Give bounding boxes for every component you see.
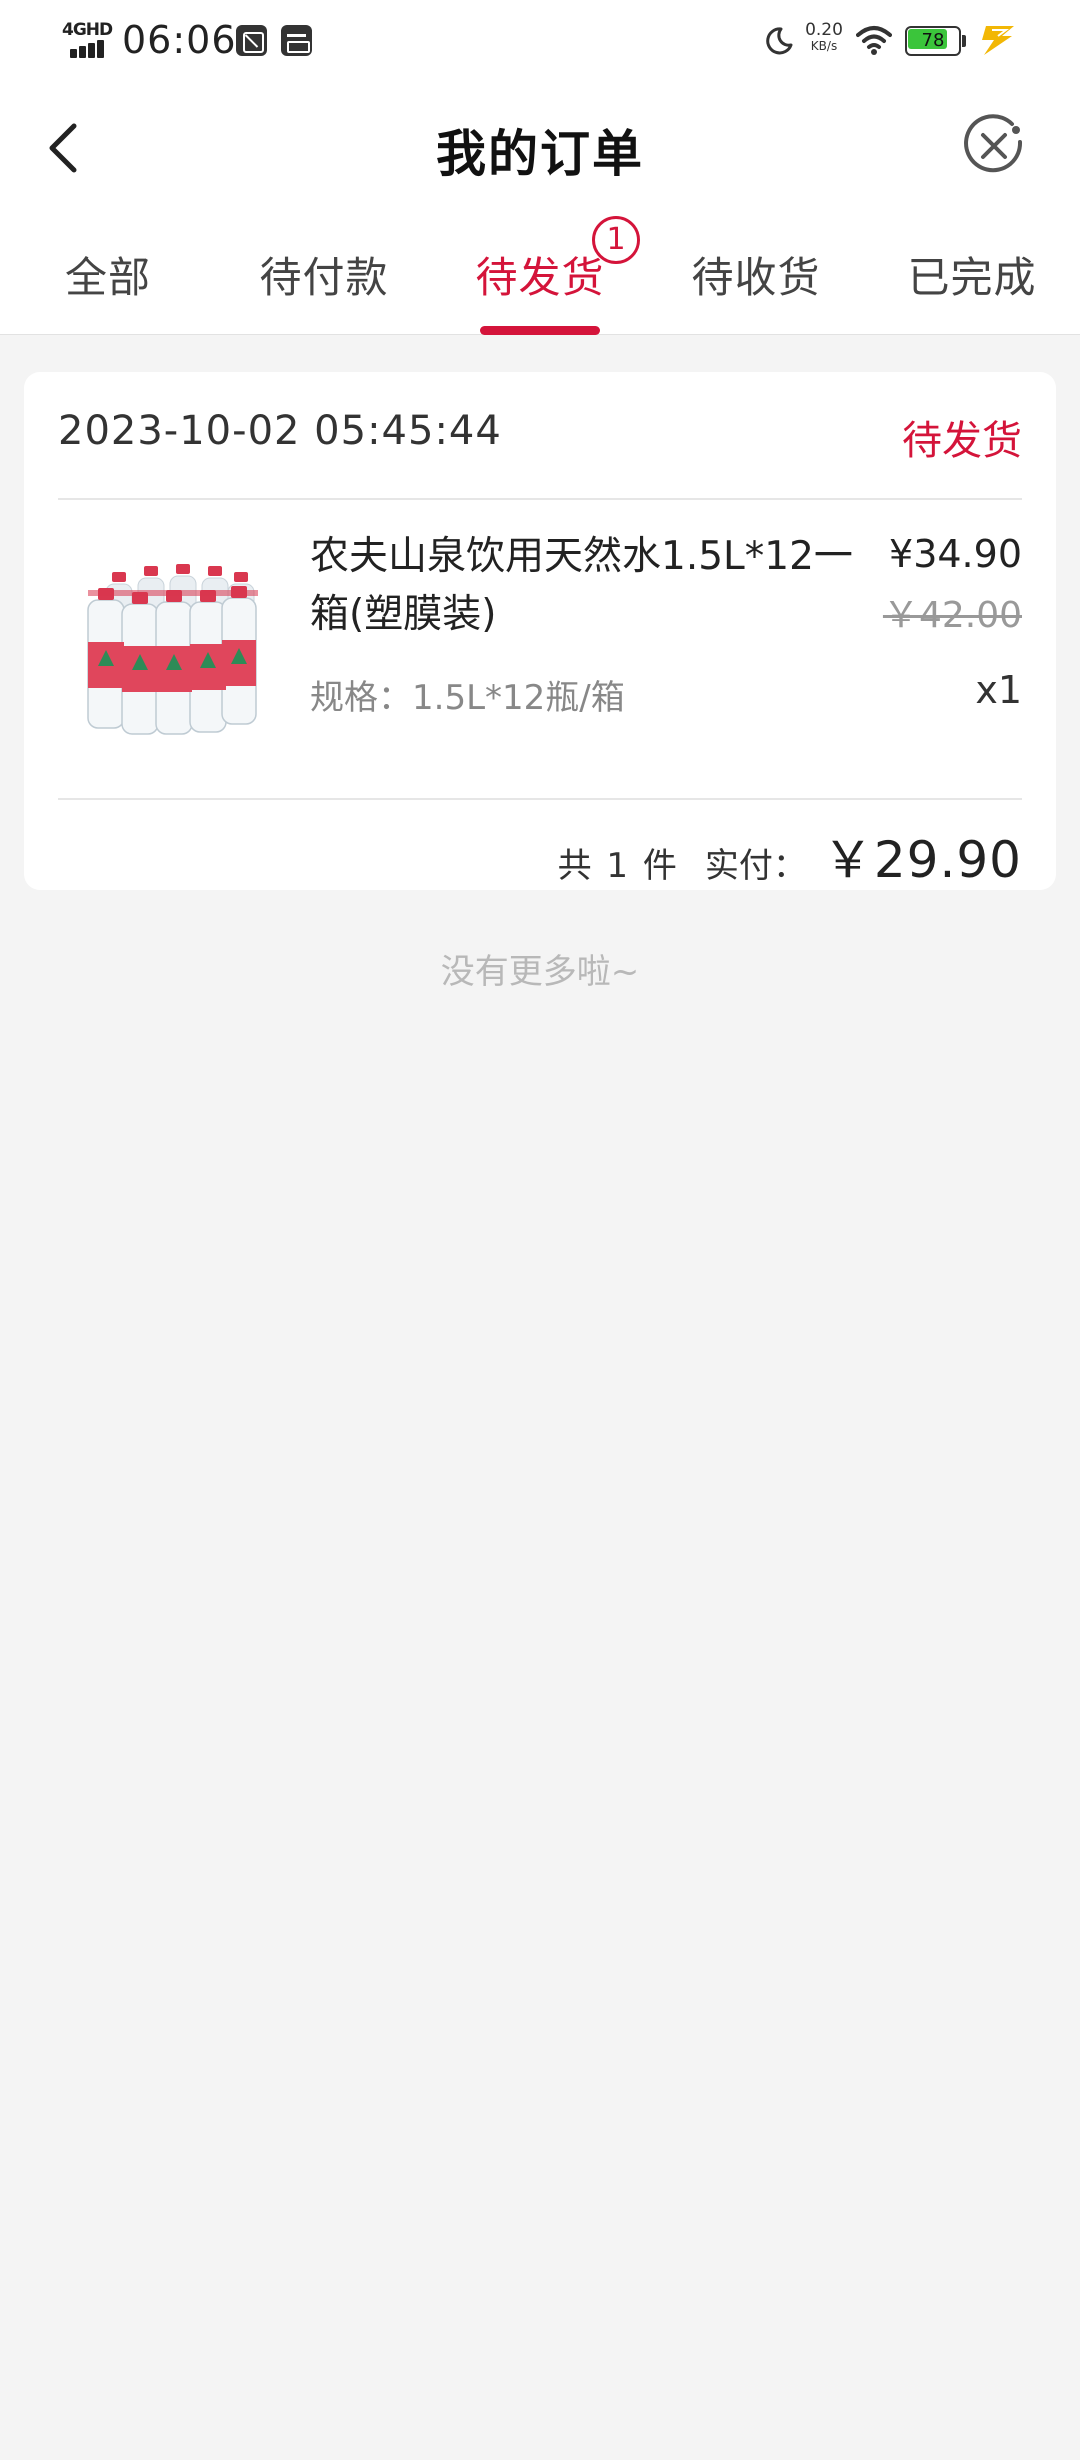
order-status: 待发货	[902, 418, 1022, 464]
tab-label: 全部	[64, 253, 151, 302]
tab-all[interactable]: 全部	[0, 208, 216, 335]
order-status-tabs: 全部 待付款 待发货 1 待收货 已完成	[0, 208, 1080, 335]
no-more-text: 没有更多啦~	[440, 952, 640, 992]
divider	[58, 498, 1022, 500]
do-not-disturb-moon-icon	[766, 27, 793, 55]
tab-label: 已完成	[907, 253, 1037, 302]
tab-label: 待付款	[259, 253, 389, 302]
tab-completed[interactable]: 已完成	[864, 208, 1080, 335]
status-time: 06:06	[122, 18, 237, 62]
network-speed-unit: KB/s	[810, 39, 838, 53]
app-header: 我的订单	[0, 84, 1080, 208]
close-circle-icon[interactable]	[962, 114, 1026, 178]
network-type: 4GHD	[62, 20, 113, 40]
order-card[interactable]: 2023-10-02 05:45:44 待发货 农夫山泉饮用天然水1.5L*12…	[24, 372, 1056, 890]
status-bar: 4GHD 06:06 0.20 KB/s 78	[0, 0, 1080, 84]
divider	[58, 798, 1022, 800]
tab-pending-shipment[interactable]: 待发货 1	[432, 208, 648, 335]
item-count: 共 1 件	[557, 846, 679, 886]
tab-label: 待收货	[691, 253, 821, 302]
product-image-water-bottles[interactable]	[58, 530, 288, 760]
product-original-price: ￥42.00	[882, 595, 1022, 636]
product-quantity: x1	[975, 668, 1022, 712]
order-time: 2023-10-02 05:45:44	[58, 408, 502, 454]
network-speed-value: 0.20	[805, 20, 843, 40]
paid-label: 实付：	[704, 846, 807, 886]
cellular-signal-icon: 4GHD	[62, 20, 113, 60]
product-price: ¥34.90	[889, 532, 1022, 576]
tab-count-badge: 1	[592, 216, 640, 264]
wallet-notification-icon	[281, 25, 312, 56]
tab-pending-receipt[interactable]: 待收货	[648, 208, 864, 335]
product-name[interactable]: 农夫山泉饮用天然水1.5L*12一箱(塑膜装)	[310, 528, 870, 644]
tab-label: 待发货	[475, 253, 605, 302]
gallery-notification-icon	[236, 25, 267, 56]
paid-amount: ￥29.90	[822, 831, 1022, 889]
battery-icon: 78	[905, 26, 966, 56]
page-title: 我的订单	[436, 125, 644, 183]
product-spec: 规格：1.5L*12瓶/箱	[310, 678, 625, 718]
battery-level: 78	[921, 30, 945, 51]
active-tab-indicator	[480, 326, 600, 335]
wifi-icon	[856, 26, 892, 55]
tab-pending-payment[interactable]: 待付款	[216, 208, 432, 335]
order-summary: 共 1 件 实付： ￥29.90	[558, 820, 1022, 889]
charging-bolt-icon	[982, 26, 1014, 55]
network-speed: 0.20 KB/s	[804, 22, 844, 54]
